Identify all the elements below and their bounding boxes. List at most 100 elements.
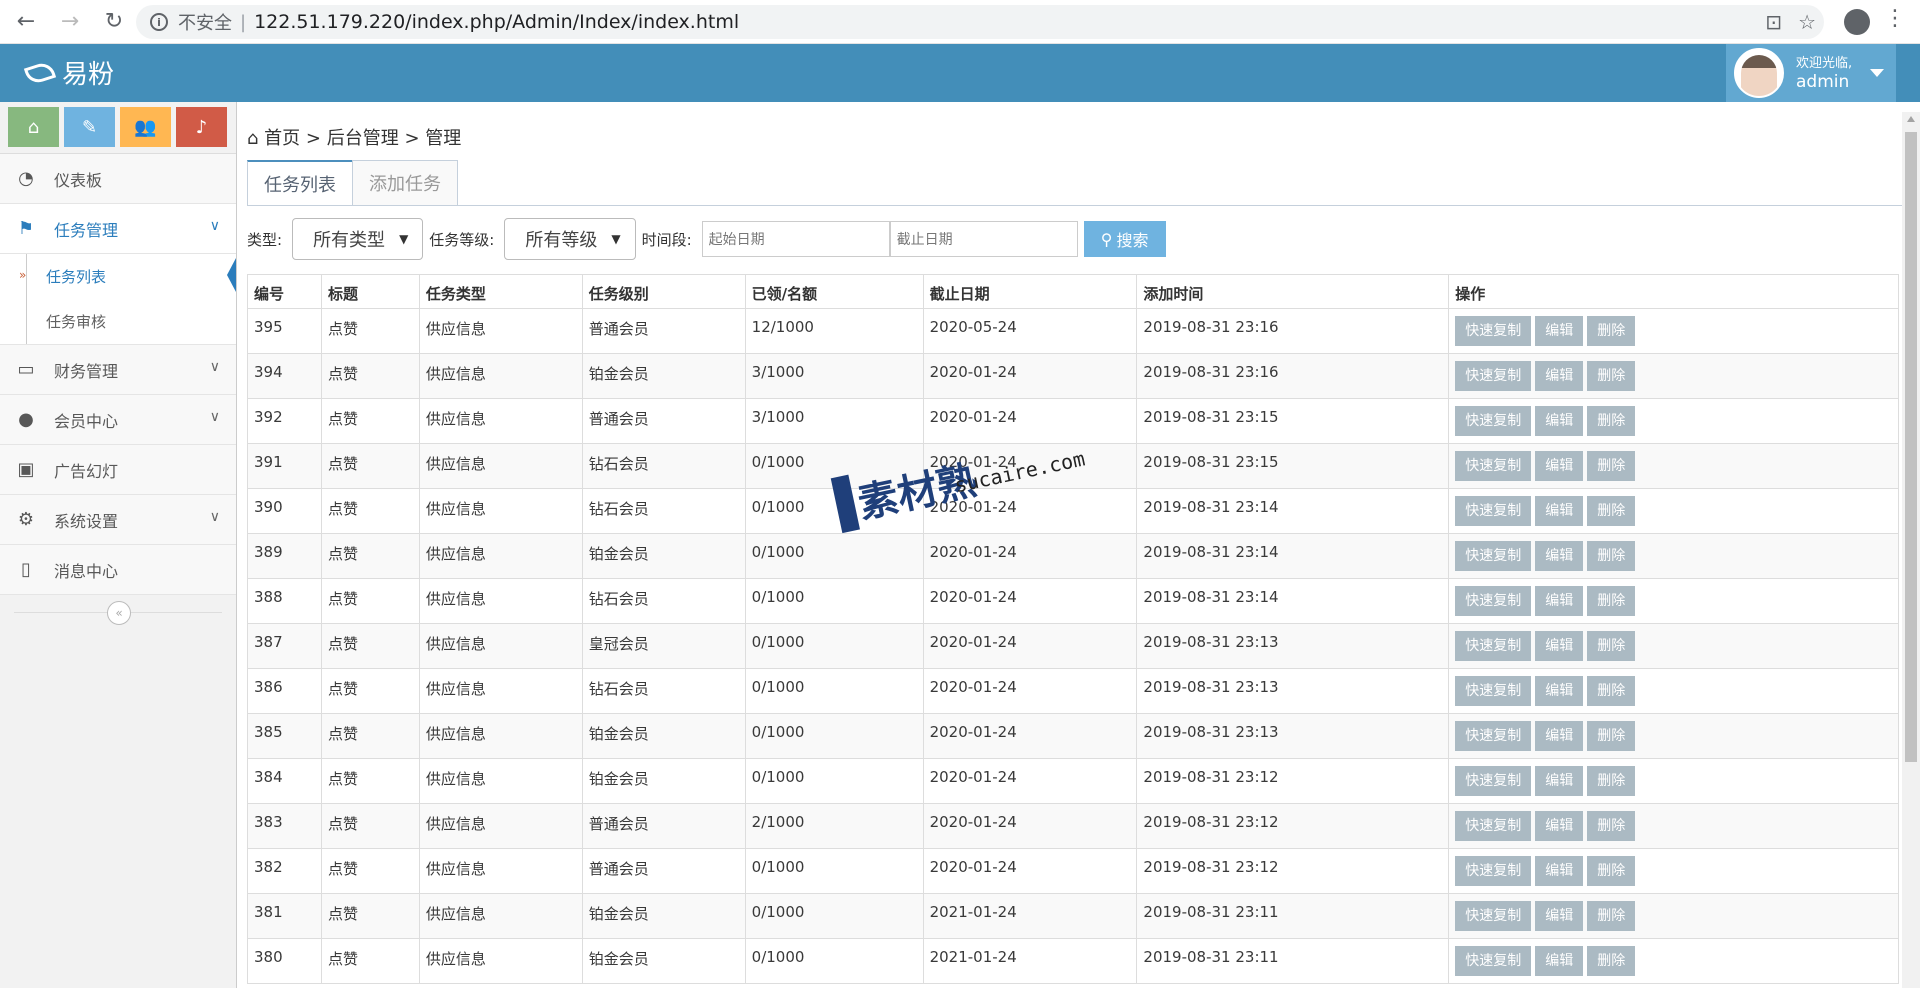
- edit-button[interactable]: 编辑: [1535, 451, 1584, 481]
- sidebar-subitem-task-list[interactable]: » 任务列表: [19, 254, 236, 299]
- delete-button[interactable]: 删除: [1587, 901, 1636, 931]
- quick-copy-button[interactable]: 快速复制: [1455, 316, 1532, 346]
- type-select[interactable]: 所有类型 ▼: [292, 218, 424, 260]
- kebab-menu-icon[interactable]: ⋮: [1884, 6, 1906, 31]
- delete-button[interactable]: 删除: [1587, 316, 1636, 346]
- search-icon: ⚲: [1100, 229, 1113, 249]
- quick-copy-button[interactable]: 快速复制: [1455, 766, 1532, 796]
- quick-copy-button[interactable]: 快速复制: [1455, 946, 1532, 976]
- cell-type: 供应信息: [418, 398, 583, 444]
- quick-copy-button[interactable]: 快速复制: [1455, 901, 1532, 931]
- bell-icon[interactable]: ♪: [176, 107, 227, 147]
- search-button[interactable]: ⚲ 搜索: [1083, 221, 1166, 257]
- sidebar-item-tasks[interactable]: ⚑ 任务管理 ∨: [0, 204, 236, 254]
- delete-button[interactable]: 删除: [1587, 496, 1636, 526]
- address-bar[interactable]: i 不安全 | 122.51.179.220/index.php/Admin/I…: [136, 5, 1824, 39]
- pencil-icon[interactable]: ✎: [64, 107, 115, 147]
- cell-added: 2019-08-31 23:12: [1136, 848, 1450, 894]
- shortcut-bar: ⌂ ✎ 👥 ♪: [0, 102, 236, 154]
- breadcrumb-home[interactable]: 首页: [264, 128, 300, 149]
- tab-task-list[interactable]: 任务列表: [247, 160, 353, 206]
- breadcrumb-level2[interactable]: 后台管理: [327, 128, 399, 149]
- users-icon[interactable]: 👥: [120, 107, 171, 147]
- delete-button[interactable]: 删除: [1587, 406, 1636, 436]
- edit-button[interactable]: 编辑: [1535, 676, 1584, 706]
- start-date-input[interactable]: 起始日期: [701, 221, 890, 257]
- scrollbar-thumb[interactable]: [1905, 132, 1917, 762]
- edit-button[interactable]: 编辑: [1535, 541, 1584, 571]
- quick-copy-button[interactable]: 快速复制: [1455, 811, 1532, 841]
- url-text[interactable]: 122.51.179.220/index.php/Admin/Index/ind…: [254, 11, 739, 33]
- caret-down-icon[interactable]: [1870, 69, 1884, 77]
- cell-added: 2019-08-31 23:14: [1136, 488, 1450, 534]
- sidebar-item-dashboard[interactable]: ◔ 仪表板: [0, 154, 236, 204]
- cell-actions: 快速复制 编辑 删除: [1448, 623, 1899, 669]
- star-icon[interactable]: ☆: [1798, 10, 1816, 34]
- delete-button[interactable]: 删除: [1587, 946, 1636, 976]
- edit-button[interactable]: 编辑: [1535, 856, 1584, 886]
- edit-button[interactable]: 编辑: [1535, 901, 1584, 931]
- delete-button[interactable]: 删除: [1587, 676, 1636, 706]
- delete-button[interactable]: 删除: [1587, 721, 1636, 751]
- delete-button[interactable]: 删除: [1587, 586, 1636, 616]
- end-date-input[interactable]: 截止日期: [889, 221, 1078, 257]
- cell-type: 供应信息: [418, 353, 583, 399]
- delete-button[interactable]: 删除: [1587, 766, 1636, 796]
- quick-copy-button[interactable]: 快速复制: [1455, 541, 1532, 571]
- delete-button[interactable]: 删除: [1587, 541, 1636, 571]
- delete-button[interactable]: 删除: [1587, 451, 1636, 481]
- quick-copy-button[interactable]: 快速复制: [1455, 361, 1532, 391]
- col-header-added: 添加时间: [1136, 274, 1450, 309]
- delete-button[interactable]: 删除: [1587, 361, 1636, 391]
- edit-button[interactable]: 编辑: [1535, 766, 1584, 796]
- edit-button[interactable]: 编辑: [1535, 811, 1584, 841]
- edit-button[interactable]: 编辑: [1535, 586, 1584, 616]
- tab-add-task[interactable]: 添加任务: [352, 160, 458, 206]
- back-icon[interactable]: ←: [8, 4, 44, 40]
- quick-copy-button[interactable]: 快速复制: [1455, 721, 1532, 751]
- edit-button[interactable]: 编辑: [1535, 496, 1584, 526]
- sidebar-item-ads[interactable]: ▣ 广告幻灯: [0, 445, 236, 495]
- sidebar-item-settings[interactable]: ⚙ 系统设置 ∨: [0, 495, 236, 545]
- quick-copy-button[interactable]: 快速复制: [1455, 586, 1532, 616]
- info-icon[interactable]: i: [150, 13, 168, 31]
- chevron-down-icon: ∨: [209, 409, 220, 425]
- table-row: 388 点赞 供应信息 钻石会员 0/1000 2020-01-24 2019-08-31 …: [247, 578, 1899, 624]
- quick-copy-button[interactable]: 快速复制: [1455, 856, 1532, 886]
- cell-id: 391: [247, 443, 322, 489]
- edit-button[interactable]: 编辑: [1535, 721, 1584, 751]
- delete-button[interactable]: 删除: [1587, 631, 1636, 661]
- quick-copy-button[interactable]: 快速复制: [1455, 496, 1532, 526]
- app-logo[interactable]: 易粉: [23, 54, 114, 91]
- quick-copy-button[interactable]: 快速复制: [1455, 631, 1532, 661]
- quick-copy-button[interactable]: 快速复制: [1455, 451, 1532, 481]
- quick-copy-button[interactable]: 快速复制: [1455, 406, 1532, 436]
- delete-button[interactable]: 删除: [1587, 856, 1636, 886]
- table-row: 383 点赞 供应信息 普通会员 2/1000 2020-01-24 2019-08-31 …: [247, 803, 1899, 849]
- user-menu[interactable]: 欢迎光临, admin: [1726, 44, 1896, 102]
- edit-button[interactable]: 编辑: [1535, 631, 1584, 661]
- sidebar-subitem-task-review[interactable]: 任务审核: [26, 299, 236, 344]
- table-row: 381 点赞 供应信息 铂金会员 0/1000 2021-01-24 2019-08-31 …: [247, 893, 1899, 939]
- profile-icon[interactable]: [1844, 9, 1870, 35]
- edit-button[interactable]: 编辑: [1535, 361, 1584, 391]
- delete-button[interactable]: 删除: [1587, 811, 1636, 841]
- translate-icon[interactable]: ⊡: [1765, 10, 1782, 34]
- sidebar-item-members[interactable]: ● 会员中心 ∨: [0, 395, 236, 445]
- forward-icon[interactable]: →: [52, 4, 88, 40]
- home-icon[interactable]: ⌂: [8, 107, 59, 147]
- page-scrollbar[interactable]: [1902, 112, 1920, 988]
- cell-added: 2019-08-31 23:14: [1136, 578, 1450, 624]
- sidebar-item-finance[interactable]: ▭ 财务管理 ∨: [0, 345, 236, 395]
- edit-button[interactable]: 编辑: [1535, 406, 1584, 436]
- edit-button[interactable]: 编辑: [1535, 946, 1584, 976]
- sidebar-item-messages[interactable]: ▯ 消息中心: [0, 545, 236, 595]
- scroll-up-icon[interactable]: [1907, 116, 1915, 122]
- level-select[interactable]: 所有等级 ▼: [504, 218, 636, 260]
- reload-icon[interactable]: ↻: [96, 4, 132, 40]
- edit-button[interactable]: 编辑: [1535, 316, 1584, 346]
- collapse-icon[interactable]: «: [107, 601, 131, 625]
- cell-title: 点赞: [320, 623, 420, 669]
- cell-id: 395: [247, 308, 322, 354]
- quick-copy-button[interactable]: 快速复制: [1455, 676, 1532, 706]
